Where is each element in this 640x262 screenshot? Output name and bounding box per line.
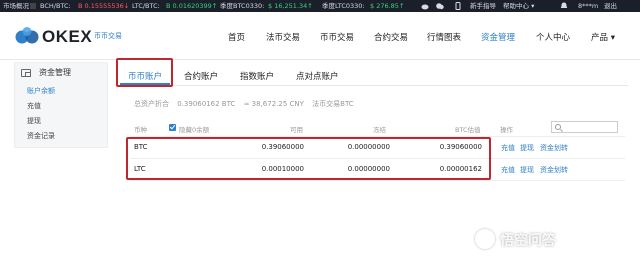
transfer-link[interactable]: 资金划转	[540, 143, 568, 153]
hide-zero-label[interactable]: 隐藏0余额	[179, 124, 209, 134]
col-header-action: 操作	[500, 126, 513, 134]
weibo-icon[interactable]	[421, 2, 429, 10]
nav-item-futures-trading[interactable]: 合约交易	[374, 31, 408, 43]
col-header-available: 可用	[290, 126, 303, 134]
ticker-pair-name[interactable]: LTC/BTC:	[132, 0, 160, 12]
withdraw-link[interactable]: 提现	[520, 165, 534, 175]
transfer-link[interactable]: 资金划转	[540, 165, 568, 175]
total-assets-btc: 0.39060162 BTC	[177, 100, 236, 108]
ticker-pair-name[interactable]: 季度LTC0330:	[322, 0, 365, 12]
watermark: 悟空问答	[500, 233, 556, 249]
ticker-pair-value: B 0.01620399↑	[166, 2, 218, 10]
wallet-icon	[21, 69, 31, 77]
search-icon	[555, 124, 561, 130]
withdraw-link[interactable]: 提现	[520, 143, 534, 153]
market-overview-label[interactable]: 市场概况	[3, 0, 29, 12]
nav-item-market-charts[interactable]: 行情图表	[427, 31, 461, 43]
sidebar-header: 资金管理	[15, 63, 107, 83]
sidebar-item-fund-records[interactable]: 资金记录	[27, 131, 55, 141]
fiat-btc-label: 法币交易BTC	[312, 100, 354, 108]
col-header-btc-value: BTC估值	[455, 126, 481, 134]
nav-item-personal-center[interactable]: 个人中心	[536, 31, 570, 43]
wechat-icon[interactable]	[436, 2, 444, 10]
total-assets-cny: ≈ 38,672.25 CNY	[243, 100, 304, 108]
nav-item-coin-trading[interactable]: 币币交易	[320, 31, 354, 43]
deposit-link[interactable]: 充值	[501, 165, 515, 175]
ticker-pair-value: $ 16,251.34↑	[268, 2, 313, 10]
coin-search-input[interactable]	[551, 121, 618, 133]
total-assets-label: 总资产折合	[134, 100, 169, 108]
hide-zero-checkbox[interactable]	[169, 124, 176, 131]
col-header-coin: 币种	[134, 126, 147, 134]
logout-link[interactable]: 退出	[604, 0, 617, 12]
nav-item-asset-management[interactable]: 资金管理	[481, 31, 515, 43]
nav-item-home[interactable]: 首页	[228, 31, 245, 43]
ticker-pair-value: B 0.15555536↓	[78, 2, 130, 10]
watermark-logo-icon	[475, 229, 495, 249]
okex-logo-icon	[15, 27, 39, 44]
sidebar-item-account-balance[interactable]: 账户余额	[27, 86, 55, 96]
tab-index-account[interactable]: 指数账户	[240, 70, 274, 82]
logo-text: OKEX	[42, 27, 93, 46]
tab-p2p-account[interactable]: 点对点账户	[296, 70, 339, 82]
deposit-link[interactable]: 充值	[501, 143, 515, 153]
bell-icon[interactable]	[560, 2, 568, 10]
ticker-pair-name[interactable]: BCH/BTC:	[40, 0, 71, 12]
highlight-box-tab	[116, 58, 173, 87]
chevron-icon	[30, 3, 36, 9]
beginner-guide-link[interactable]: 新手指导	[470, 0, 496, 12]
mobile-app-icon[interactable]	[454, 2, 462, 10]
username[interactable]: 8***m	[578, 0, 598, 12]
sidebar-item-deposit[interactable]: 充值	[27, 101, 41, 111]
nav-item-products[interactable]: 产品 ▾	[591, 31, 615, 43]
row-divider	[130, 180, 625, 181]
ticker-pair-name[interactable]: 季度BTC0330:	[220, 0, 264, 12]
okex-logo[interactable]: OKEX 币币交易	[14, 25, 124, 49]
market-ticker-bar: 市场概况 BCH/BTC: B 0.15555536↓ LTC/BTC: B 0…	[0, 0, 640, 12]
col-header-frozen: 冻结	[373, 126, 386, 134]
sidebar: 资金管理 账户余额 充值 提现 资金记录	[14, 62, 108, 148]
ticker-pair-value: $ 276.85↑	[370, 2, 405, 10]
sidebar-item-withdraw[interactable]: 提现	[27, 116, 41, 126]
total-assets-summary: 总资产折合 0.39060162 BTC ≈ 38,672.25 CNY 法币交…	[134, 99, 360, 109]
tab-divider	[116, 85, 628, 86]
highlight-box-table	[126, 137, 491, 180]
tab-futures-account[interactable]: 合约账户	[184, 70, 218, 82]
help-center-menu[interactable]: 帮助中心 ▾	[503, 0, 534, 12]
main-navigation: OKEX 币币交易 首页 法币交易 币币交易 合约交易 行情图表 资金管理 个人…	[0, 12, 640, 60]
nav-item-fiat-trading[interactable]: 法币交易	[266, 31, 300, 43]
sidebar-title: 资金管理	[39, 68, 71, 77]
logo-subtitle: 币币交易	[94, 32, 122, 40]
